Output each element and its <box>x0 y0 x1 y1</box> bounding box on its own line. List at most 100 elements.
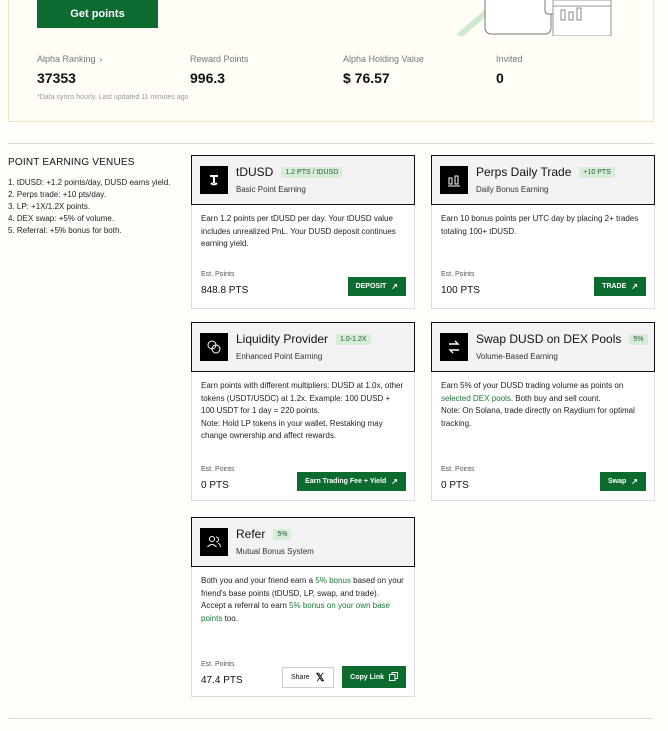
share-label: Share <box>291 674 310 681</box>
card-tag: 1.2 PTS / tDUSD <box>281 166 343 178</box>
text-segment: Accept a referral to earn <box>201 601 290 610</box>
venue-item: 3. LP: +1X/1.2X points. <box>8 202 91 211</box>
swap-icon <box>440 333 468 361</box>
x-logo-icon: 𝕏 <box>315 672 325 684</box>
trade-label: TRADE <box>602 283 627 290</box>
stat-label: Alpha Holding Value <box>343 54 424 64</box>
text-segment: Both you and your friend earn a <box>201 576 316 585</box>
divider <box>8 718 654 719</box>
deposit-label: DEPOSIT <box>355 283 387 290</box>
card-title-row: Perps Daily Trade +10 PTS <box>476 165 615 179</box>
card-subtitle: Daily Bonus Earning <box>476 185 549 194</box>
stat-label: Invited <box>496 54 523 64</box>
est-points-label: Est. Points <box>201 661 235 668</box>
card-subtitle: Enhanced Point Earning <box>236 352 323 361</box>
est-points-label: Est. Points <box>201 271 235 278</box>
venue-item: 4. DEX swap: +5% of volume. <box>8 214 115 223</box>
card-description: Earn 10 bonus points per UTC day by plac… <box>441 214 639 236</box>
card-description: Earn 1.2 points per tDUSD per day. Your … <box>201 214 396 248</box>
stat-alpha-holding-value: Alpha Holding Value $ 76.57 <box>343 54 424 86</box>
est-points-value: 100 PTS <box>441 285 480 296</box>
copy-icon <box>389 671 398 683</box>
text-segment: Earn 5% of your DUSD trading volume as p… <box>441 381 624 390</box>
divider <box>8 143 654 144</box>
chart-trade-icon <box>440 166 468 194</box>
card-header: Liquidity Provider 1.0-1.2X Enhanced Poi… <box>191 322 415 372</box>
card-note: Note: On Solana, trade directly on Raydi… <box>441 406 635 428</box>
card-title-row: Liquidity Provider 1.0-1.2X <box>236 332 371 346</box>
text-segment: too. <box>222 613 238 623</box>
arrow-up-right-icon: ↗ <box>391 477 398 486</box>
card-note: Note: Hold LP tokens in your wallet. Res… <box>201 418 383 441</box>
get-points-button[interactable]: Get points <box>37 0 158 28</box>
selected-dex-pools-link[interactable]: selected DEX pools <box>441 394 511 403</box>
card-tag: 5% <box>629 333 648 345</box>
est-points-value: 848.8 PTS <box>201 285 249 296</box>
card-description: Earn points with different multipliers: … <box>192 372 414 443</box>
card-header: Swap DUSD on DEX Pools 5% Volume-Based E… <box>431 322 655 372</box>
est-points-label: Est. Points <box>441 466 475 473</box>
arrow-up-right-icon: ↗ <box>631 282 638 291</box>
est-points-value: 47.4 PTS <box>201 675 243 686</box>
stat-reward-points: Reward Points 996.3 <box>190 54 249 86</box>
card-header: tDUSD 1.2 PTS / tDUSD Basic Point Earnin… <box>191 155 415 205</box>
venues-title: POINT EARNING VENUES <box>8 157 135 168</box>
card-description-text: Accept a referral to earn 5% bonus on yo… <box>201 600 405 625</box>
coins-icon <box>200 333 228 361</box>
stats-panel: Get points Alpha Ranking › 37353 Reward P… <box>8 0 654 122</box>
card-title-row: tDUSD 1.2 PTS / tDUSD <box>236 165 343 179</box>
venues-list: POINT EARNING VENUES 1. tDUSD: +1.2 poin… <box>8 157 180 237</box>
stat-label: Alpha Ranking <box>37 54 96 64</box>
swap-button[interactable]: Swap ↗ <box>600 472 646 491</box>
card-refer: Refer 5% Mutual Bonus System Both you an… <box>191 517 415 697</box>
card-header: Perps Daily Trade +10 PTS Daily Bonus Ea… <box>431 155 655 205</box>
card-title-row: Swap DUSD on DEX Pools 5% <box>476 332 648 346</box>
card-tag: 5% <box>273 528 292 540</box>
card-description-text: Both you and your friend earn a 5% bonus… <box>201 575 405 600</box>
card-subtitle: Basic Point Earning <box>236 185 306 194</box>
card-title-row: Refer 5% <box>236 527 292 541</box>
earn-trading-fee-label: Earn Trading Fee + Yield <box>305 478 387 485</box>
stat-alpha-ranking[interactable]: Alpha Ranking › 37353 <box>37 54 103 86</box>
sync-note: *Data syncs hourly. Last updated 11 minu… <box>37 94 189 101</box>
venue-item: 1. tDUSD: +1.2 points/day, DUSD earns yi… <box>8 178 171 187</box>
card-title: Swap DUSD on DEX Pools <box>476 332 622 346</box>
venue-item: 2. Perps trade: +10 pts/day. <box>8 190 106 199</box>
card-description-text: Earn points with different multipliers: … <box>201 381 404 415</box>
arrow-up-right-icon: ↗ <box>391 282 398 291</box>
stat-value: 0 <box>496 70 504 86</box>
trade-button[interactable]: TRADE ↗ <box>594 277 646 296</box>
card-liquidity-provider: Liquidity Provider 1.0-1.2X Enhanced Poi… <box>191 322 415 501</box>
card-description-text: Earn 5% of your DUSD trading volume as p… <box>441 380 645 405</box>
stat-value: 996.3 <box>190 70 226 86</box>
est-points-value: 0 PTS <box>201 480 229 491</box>
card-subtitle: Volume-Based Earning <box>476 352 558 361</box>
stat-value: 37353 <box>37 70 76 86</box>
earn-trading-fee-button[interactable]: Earn Trading Fee + Yield ↗ <box>297 472 406 491</box>
users-icon <box>200 528 228 556</box>
swap-label: Swap <box>608 478 627 485</box>
stat-label: Reward Points <box>190 54 249 64</box>
share-x-button[interactable]: Share 𝕏 <box>282 667 334 688</box>
card-description: Earn 5% of your DUSD trading volume as p… <box>432 372 654 430</box>
copy-link-label: Copy Link <box>350 673 384 681</box>
est-points-label: Est. Points <box>441 271 475 278</box>
card-title: tDUSD <box>236 165 274 179</box>
card-tag: 1.0-1.2X <box>336 333 371 345</box>
card-title: Refer <box>236 527 266 541</box>
copy-link-button[interactable]: Copy Link <box>342 666 406 688</box>
card-perps: Perps Daily Trade +10 PTS Daily Bonus Ea… <box>431 155 655 309</box>
est-points-label: Est. Points <box>201 466 235 473</box>
deposit-button[interactable]: DEPOSIT ↗ <box>347 277 406 296</box>
tdusd-logo-icon <box>200 166 228 194</box>
card-description: Both you and your friend earn a 5% bonus… <box>192 567 414 625</box>
card-tag: +10 PTS <box>579 166 615 178</box>
est-points-value: 0 PTS <box>441 480 469 491</box>
bonus-highlight: 5% bonus <box>315 576 351 585</box>
stat-value: $ 76.57 <box>343 70 390 86</box>
wallet-illustration <box>457 0 612 36</box>
card-header: Refer 5% Mutual Bonus System <box>191 517 415 567</box>
text-segment: . Both buy and sell count. <box>510 393 601 403</box>
card-tdusd: tDUSD 1.2 PTS / tDUSD Basic Point Earnin… <box>191 155 415 309</box>
arrow-up-right-icon: ↗ <box>631 477 638 486</box>
